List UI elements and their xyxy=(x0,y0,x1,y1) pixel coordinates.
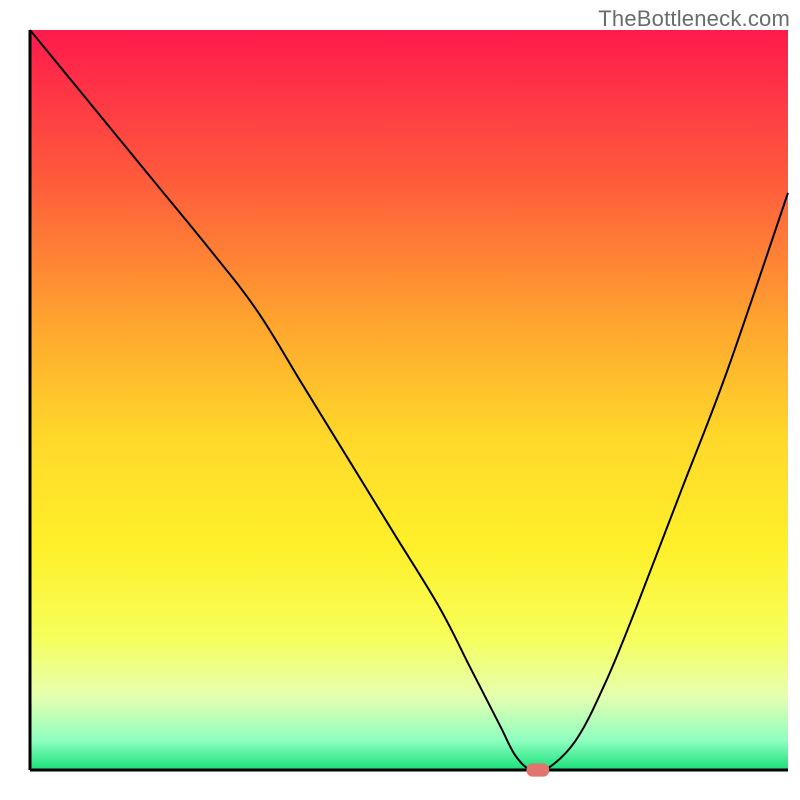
watermark-text: TheBottleneck.com xyxy=(598,6,790,32)
optimal-point-marker xyxy=(526,763,549,776)
bottleneck-chart xyxy=(0,0,800,800)
plot-background-gradient xyxy=(30,30,788,770)
chart-container: TheBottleneck.com xyxy=(0,0,800,800)
